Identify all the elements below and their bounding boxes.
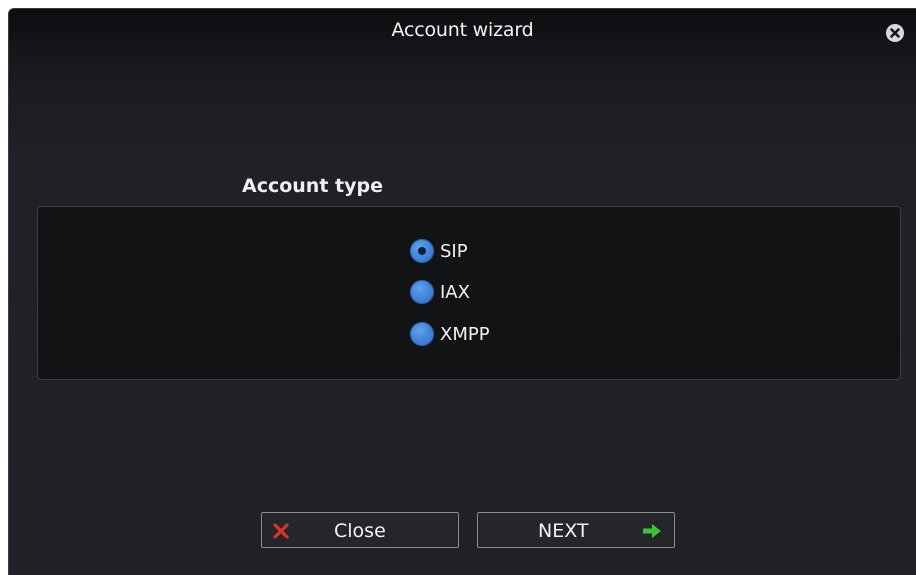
arrow-right-icon	[642, 522, 662, 544]
close-button-label: Close	[334, 520, 386, 542]
radio-selected-icon[interactable]	[410, 239, 434, 263]
account-wizard-window: Account wizard Account type SIP IAX XMPP…	[8, 8, 916, 575]
radio-label-xmpp: XMPP	[440, 323, 490, 345]
radio-option-xmpp[interactable]: XMPP	[410, 321, 490, 347]
close-circle-icon[interactable]	[886, 24, 904, 42]
radio-option-sip[interactable]: SIP	[410, 238, 468, 264]
x-icon	[272, 522, 290, 545]
window-title: Account wizard	[391, 19, 534, 41]
next-button[interactable]: NEXT	[477, 512, 675, 548]
radio-unselected-icon[interactable]	[410, 280, 434, 304]
next-button-label: NEXT	[538, 520, 589, 542]
radio-unselected-icon[interactable]	[410, 322, 434, 346]
radio-label-sip: SIP	[440, 240, 468, 262]
radio-option-iax[interactable]: IAX	[410, 279, 470, 305]
close-button[interactable]: Close	[261, 512, 459, 548]
radio-label-iax: IAX	[440, 281, 470, 303]
account-type-heading: Account type	[242, 175, 383, 197]
